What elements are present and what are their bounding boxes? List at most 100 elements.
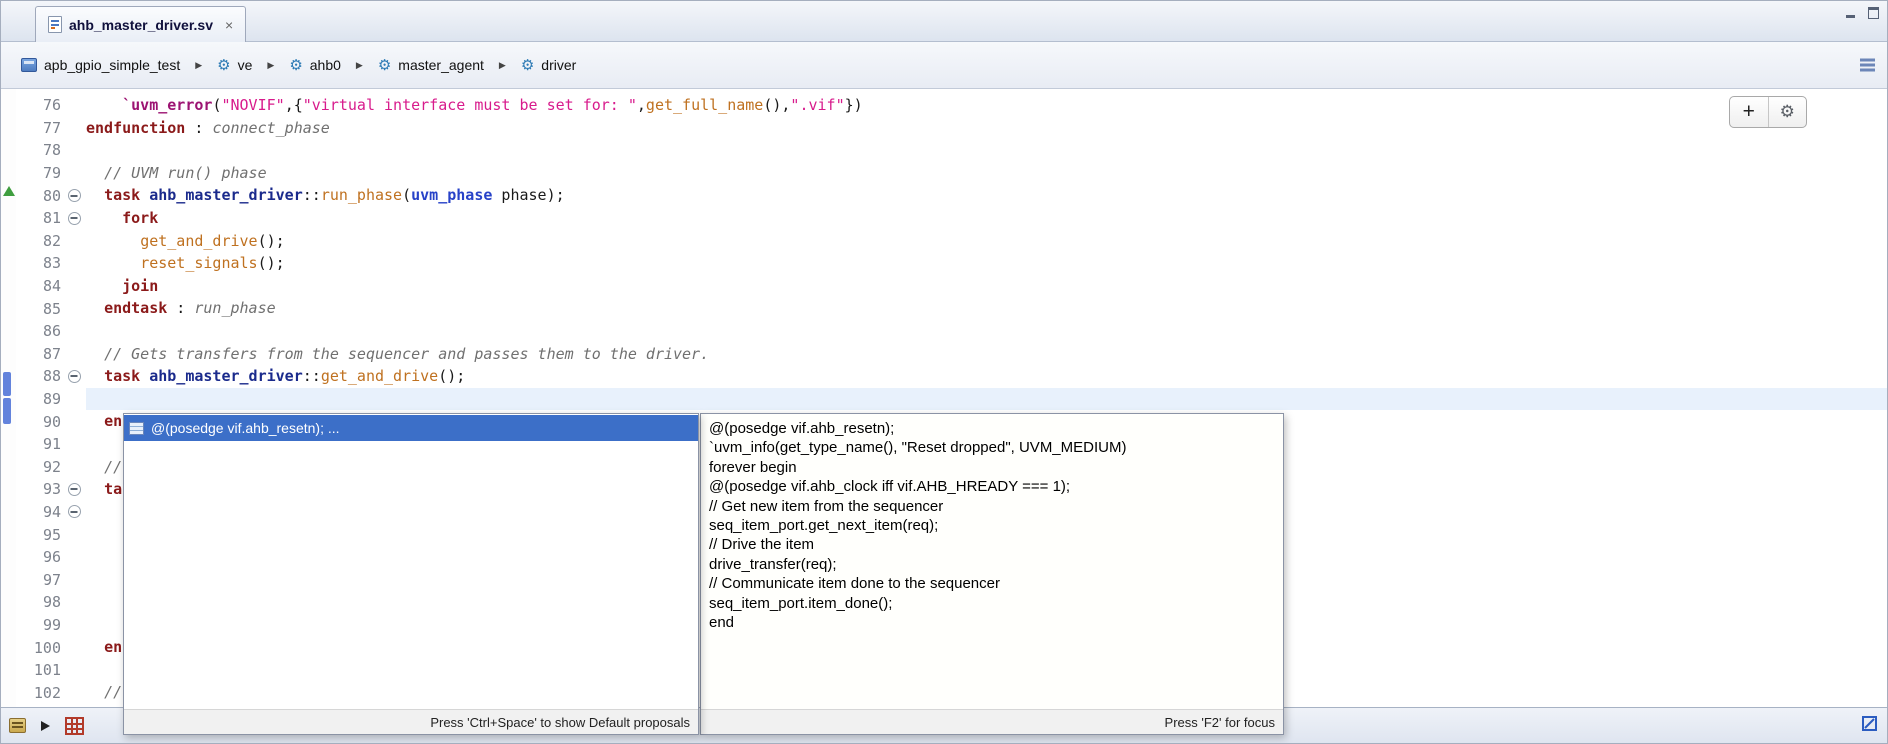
ide-window: ahb_master_driver.sv × apb_gpio_simple_t… [0, 0, 1888, 744]
play-arrow-icon[interactable] [41, 721, 50, 731]
code-token: :: [303, 367, 321, 385]
code-token [140, 186, 149, 204]
proposal-label: @(posedge vif.ahb_resetn); ... [151, 420, 340, 436]
line-number: 93 [16, 480, 65, 498]
code-line-88[interactable]: task ahb_master_driver::get_and_drive(); [86, 365, 1887, 388]
code-token: (), [763, 96, 790, 114]
code-token [86, 232, 140, 250]
code-token [86, 345, 104, 363]
code-token: // UVM run() phase [104, 164, 267, 182]
code-token [86, 209, 122, 227]
sv-file-icon [48, 16, 62, 33]
settings-gear-icon[interactable]: ⚙ [1768, 97, 1807, 127]
gear-icon: ⚙ [521, 58, 534, 73]
breadcrumb-label: apb_gpio_simple_test [44, 57, 180, 73]
window-restore-icon[interactable] [1861, 715, 1878, 732]
preview-line: drive_transfer(req); [709, 555, 1275, 574]
code-line-82[interactable]: get_and_drive(); [86, 230, 1887, 253]
breadcrumb-item-ahb0[interactable]: ⚙ ahb0 [283, 54, 347, 76]
code-token: reset_signals [140, 254, 257, 272]
code-token: "virtual interface must be set for: " [303, 96, 637, 114]
fold-collapse-icon[interactable] [65, 365, 83, 388]
line-number: 99 [16, 616, 65, 634]
code-token: phase); [492, 186, 564, 204]
console-icon[interactable] [9, 718, 26, 733]
gutter: 7677787980818283848586878889909192939495… [16, 89, 83, 704]
code-token: :: [303, 186, 321, 204]
code-line-81[interactable]: fork [86, 207, 1887, 230]
minimize-icon[interactable] [1845, 8, 1856, 19]
line-number: 76 [16, 96, 65, 114]
toggle-breadcrumb-icon[interactable] [1860, 59, 1875, 72]
line-number: 78 [16, 141, 65, 159]
chevron-right-icon: ▶ [356, 60, 363, 71]
line-number: 89 [16, 390, 65, 408]
code-line-80[interactable]: task ahb_master_driver::run_phase(uvm_ph… [86, 184, 1887, 207]
code-line-85[interactable]: endtask : run_phase [86, 297, 1887, 320]
line-number: 97 [16, 571, 65, 589]
code-line-83[interactable]: reset_signals(); [86, 252, 1887, 275]
tab-ahb-master-driver[interactable]: ahb_master_driver.sv × [35, 6, 246, 42]
tab-close-icon[interactable]: × [225, 17, 233, 33]
breadcrumb-item-ve[interactable]: ⚙ve [211, 54, 258, 76]
code-line-89[interactable] [86, 388, 1887, 411]
fold-collapse-icon[interactable] [65, 207, 83, 230]
occurrence-marker[interactable] [3, 372, 11, 396]
code-token: task [104, 367, 140, 385]
breadcrumb-label: ahb0 [310, 57, 341, 73]
proposal-item[interactable]: @(posedge vif.ahb_resetn); ... [124, 415, 698, 441]
module-icon [21, 58, 37, 72]
code-token: uvm_phase [411, 186, 492, 204]
add-button[interactable]: + [1730, 97, 1768, 127]
line-number: 100 [16, 639, 65, 657]
breadcrumb-item-apb_gpio_simple_test[interactable]: apb_gpio_simple_test [15, 54, 186, 76]
code-line-76[interactable]: `uvm_error("NOVIF",{"virtual interface m… [86, 94, 1887, 117]
tab-label: ahb_master_driver.sv [69, 17, 213, 33]
view-controls [1845, 7, 1879, 19]
code-token: endtask [104, 299, 167, 317]
code-token: : [185, 119, 212, 137]
line-number: 90 [16, 413, 65, 431]
breadcrumb-item-driver[interactable]: ⚙driver [515, 54, 582, 76]
line-number: 94 [16, 503, 65, 521]
preview-body: @(posedge vif.ahb_resetn);`uvm_info(get_… [701, 414, 1283, 709]
chevron-right-icon: ▶ [195, 60, 202, 71]
code-line-77[interactable]: endfunction : connect_phase [86, 117, 1887, 140]
fold-collapse-icon[interactable] [65, 184, 83, 207]
fold-collapse-icon[interactable] [65, 478, 83, 501]
code-line-84[interactable]: join [86, 275, 1887, 298]
code-line-86[interactable] [86, 320, 1887, 343]
preview-line: `uvm_info(get_type_name(), "Reset droppe… [709, 438, 1275, 457]
code-line-87[interactable]: // Gets transfers from the sequencer and… [86, 343, 1887, 366]
line-number: 88 [16, 367, 65, 385]
maximize-icon[interactable] [1868, 7, 1879, 19]
code-token: // Gets transfers from the sequencer and… [104, 345, 709, 363]
code-token [86, 367, 104, 385]
code-token [86, 458, 104, 476]
preview-footer: Press 'F2' for focus [701, 709, 1283, 734]
grid-icon[interactable] [65, 717, 84, 735]
breadcrumb: apb_gpio_simple_test▶⚙ve▶⚙ahb0▶⚙master_a… [15, 54, 582, 76]
gear-icon: ⚙ [289, 58, 302, 73]
code-token [86, 480, 104, 498]
breadcrumb-label: ve [238, 57, 253, 73]
status-bar-left-icons [9, 708, 84, 743]
code-token [86, 683, 104, 701]
code-token: endfunction [86, 119, 185, 137]
editor-overlay-toolbar: + ⚙ [1729, 96, 1807, 128]
code-token: fork [122, 209, 158, 227]
breadcrumb-item-master_agent[interactable]: ⚙master_agent [372, 54, 490, 76]
occurrence-marker[interactable] [3, 398, 11, 424]
change-marker-icon[interactable] [3, 186, 15, 196]
line-number: 91 [16, 435, 65, 453]
code-line-79[interactable]: // UVM run() phase [86, 162, 1887, 185]
code-token: en [104, 412, 122, 430]
line-number: 95 [16, 526, 65, 544]
line-number: 82 [16, 232, 65, 250]
code-token [86, 638, 104, 656]
code-line-78[interactable] [86, 139, 1887, 162]
preview-line: // Get new item from the sequencer [709, 497, 1275, 516]
code-token: , [637, 96, 646, 114]
chevron-right-icon: ▶ [267, 60, 274, 71]
fold-collapse-icon[interactable] [65, 501, 83, 524]
